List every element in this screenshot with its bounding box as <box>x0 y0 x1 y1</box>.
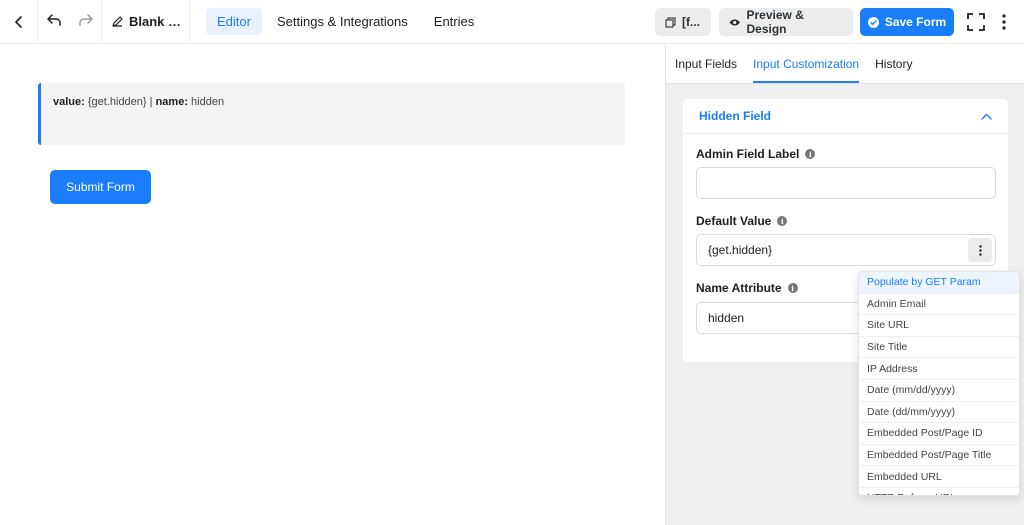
more-options-button[interactable] <box>992 10 1016 34</box>
main-nav: Editor Settings & Integrations Entries <box>206 8 485 35</box>
chevron-left-icon <box>14 15 22 28</box>
tab-history[interactable]: History <box>875 57 912 83</box>
dropdown-item-admin-email[interactable]: Admin Email <box>859 294 1019 316</box>
default-value-text: Default Value <box>696 214 772 228</box>
dropdown-item-embedded-post-title[interactable]: Embedded Post/Page Title <box>859 445 1019 467</box>
smartcode-dropdown: Populate by GET Param Admin Email Site U… <box>858 271 1020 496</box>
smartcode-menu-button[interactable] <box>968 238 992 262</box>
dropdown-item-populate-get-param[interactable]: Populate by GET Param <box>859 272 1019 294</box>
dropdown-item-embedded-post-id[interactable]: Embedded Post/Page ID <box>859 423 1019 445</box>
dropdown-item-date-mmddyyyy[interactable]: Date (mm/dd/yyyy) <box>859 380 1019 402</box>
form-title-text: Blank F... <box>129 14 185 29</box>
panel-header[interactable]: Hidden Field <box>683 99 1008 134</box>
redo-button[interactable] <box>78 13 93 31</box>
default-value-input[interactable]: {get.hidden} <box>696 234 996 266</box>
nav-editor[interactable]: Editor <box>206 8 262 35</box>
undo-button[interactable] <box>46 13 61 31</box>
nav-settings-integrations[interactable]: Settings & Integrations <box>266 8 419 35</box>
hidden-field-preview[interactable]: value: {get.hidden} | name: hidden <box>38 83 625 145</box>
redo-icon <box>78 13 93 26</box>
save-form-label: Save Form <box>884 15 947 29</box>
admin-field-label-text: Admin Field Label <box>696 147 800 161</box>
tab-input-customization[interactable]: Input Customization <box>753 57 860 83</box>
chevron-up-icon <box>981 113 992 120</box>
sidebar-tabs: Input Fields Input Customization History <box>666 44 1024 84</box>
top-bar: Blank F... Editor Settings & Integration… <box>0 0 1024 44</box>
check-circle-icon <box>867 16 879 28</box>
info-icon[interactable]: i <box>777 216 788 226</box>
kebab-menu-icon <box>1002 14 1006 30</box>
form-title[interactable]: Blank F... <box>102 0 190 44</box>
submit-form-button[interactable]: Submit Form <box>50 170 151 204</box>
tab-input-fields[interactable]: Input Fields <box>675 57 737 83</box>
name-attribute-text: Name Attribute <box>696 281 782 295</box>
name-attribute-value: hidden <box>708 311 745 325</box>
info-icon[interactable]: i <box>787 283 798 293</box>
fullscreen-icon <box>967 13 985 31</box>
fullscreen-button[interactable] <box>964 10 988 34</box>
name-attribute-label: Name Attribute i <box>696 281 798 295</box>
dropdown-item-date-ddmmyyyy[interactable]: Date (dd/mm/yyyy) <box>859 402 1019 424</box>
back-button[interactable] <box>0 0 38 44</box>
nav-entries[interactable]: Entries <box>423 8 485 35</box>
preview-design-label: Preview & Design <box>746 8 804 36</box>
default-value-value: {get.hidden} <box>708 243 773 257</box>
admin-field-label-label: Admin Field Label i <box>696 147 816 161</box>
copy-icon <box>665 16 676 28</box>
name-text: hidden <box>191 96 225 108</box>
edit-pencil-icon <box>112 16 123 27</box>
undo-redo-group <box>38 0 102 44</box>
info-icon[interactable]: i <box>805 149 816 159</box>
eye-icon <box>729 18 741 26</box>
default-value-label: Default Value i <box>696 214 788 228</box>
dropdown-item-http-referer-url[interactable]: HTTP Referer URL <box>859 488 1019 495</box>
separator: | <box>149 96 153 108</box>
dropdown-item-ip-address[interactable]: IP Address <box>859 358 1019 380</box>
dropdown-item-site-title[interactable]: Site Title <box>859 337 1019 359</box>
form-canvas: value: {get.hidden} | name: hidden Submi… <box>0 44 665 525</box>
shortcode-button[interactable]: [f... <box>655 8 711 36</box>
panel-title: Hidden Field <box>699 109 771 123</box>
kebab-menu-icon <box>978 244 982 256</box>
shortcode-text: [f... <box>682 15 700 29</box>
topbar-actions: [f... Preview & Design Save Form <box>655 0 1024 44</box>
undo-icon <box>46 13 61 26</box>
dropdown-item-site-url[interactable]: Site URL <box>859 315 1019 337</box>
dropdown-item-embedded-url[interactable]: Embedded URL <box>859 466 1019 488</box>
name-key: name: <box>155 96 188 108</box>
save-form-button[interactable]: Save Form <box>860 8 954 36</box>
preview-design-button[interactable]: Preview & Design <box>719 8 853 36</box>
value-key: value: <box>53 96 85 108</box>
admin-field-label-input[interactable] <box>696 167 996 199</box>
value-text: {get.hidden} <box>87 96 147 108</box>
